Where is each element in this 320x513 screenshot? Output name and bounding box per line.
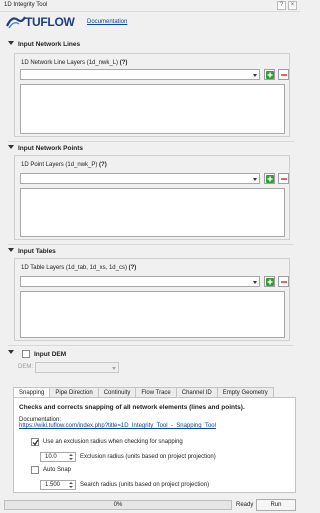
chevron-down-icon (112, 367, 116, 370)
minus-icon (280, 278, 288, 286)
collapse-arrow-icon (8, 145, 14, 150)
chevron-down-icon (253, 74, 257, 77)
remove-lines-button[interactable] (278, 69, 289, 80)
auto-snap-label: Auto Snap (43, 467, 72, 473)
points-layer-combo[interactable] (20, 173, 260, 184)
remove-tables-button[interactable] (278, 276, 289, 287)
plus-icon (266, 175, 274, 183)
search-radius-label: Search radius (units based on project pr… (80, 482, 210, 488)
help-button[interactable]: ? (277, 1, 286, 10)
dem-sub-label: DEM: (18, 364, 33, 370)
chevron-down-icon (253, 178, 257, 181)
lines-help-icon[interactable]: (?) (120, 60, 128, 66)
progress-bar: 0% (4, 500, 232, 510)
tables-label: 1D Table Layers (1d_tab, 1d_xs, 1d_cs) (… (21, 265, 137, 271)
collapse-arrow-icon (8, 248, 14, 253)
run-button[interactable]: Run (256, 499, 296, 511)
minus-icon (280, 71, 288, 79)
lines-label: 1D Network Line Layers (1d_nwk_L) (?) (21, 60, 128, 66)
close-button[interactable]: × (288, 1, 297, 10)
add-lines-button[interactable] (264, 69, 275, 80)
add-points-button[interactable] (264, 173, 275, 184)
plus-icon (266, 278, 274, 286)
tables-layer-list[interactable] (20, 291, 285, 338)
lines-panel: 1D Network Line Layers (1d_nwk_L) (?) (14, 53, 290, 137)
remove-points-button[interactable] (278, 173, 289, 184)
progress-text: 0% (113, 502, 123, 508)
collapse-arrow-icon (8, 41, 14, 46)
divider (8, 345, 294, 346)
lines-layer-combo[interactable] (20, 69, 260, 80)
dem-label: Input DEM (34, 351, 67, 358)
minus-icon (280, 175, 288, 183)
search-radius-spinbox[interactable]: 1.500 (40, 480, 76, 490)
points-label: 1D Point Layers (1d_nwk_P) (?) (21, 162, 107, 168)
use-exclusion-label: Use an exclusion radius when checking fo… (43, 439, 183, 445)
section-header-lines[interactable]: Input Network Lines (8, 41, 80, 51)
section-header-tables[interactable]: Input Tables (8, 248, 56, 258)
section-header-points[interactable]: Input Network Points (8, 145, 83, 155)
spin-up-icon[interactable] (69, 482, 73, 484)
points-panel: 1D Point Layers (1d_nwk_P) (?) (14, 155, 290, 240)
spin-down-icon[interactable] (69, 486, 73, 488)
lines-layer-list[interactable] (20, 84, 285, 134)
dem-checkbox[interactable] (22, 350, 30, 358)
snapping-doc-link[interactable]: https://wiki.tuflow.com/index.php?title=… (19, 423, 216, 429)
use-exclusion-checkbox[interactable] (31, 438, 39, 446)
dem-collapse[interactable] (8, 350, 18, 360)
points-help-icon[interactable]: (?) (99, 162, 107, 168)
spin-down-icon[interactable] (69, 458, 73, 460)
status-text: Ready (236, 502, 254, 508)
header: TUFLOW Documentation (5, 14, 296, 30)
tuflow-logo: TUFLOW (5, 14, 84, 30)
tuflow-wave-icon (5, 16, 26, 29)
tables-help-icon[interactable]: (?) (129, 265, 137, 271)
spin-up-icon[interactable] (69, 454, 73, 456)
tables-panel: 1D Table Layers (1d_tab, 1d_xs, 1d_cs) (… (14, 258, 290, 341)
window-titlebar: 1D Integrity Tool ? × (0, 0, 300, 12)
checkmark-icon (32, 439, 39, 446)
exclusion-radius-spinbox[interactable]: 10.0 (40, 452, 76, 462)
chevron-down-icon (253, 281, 257, 284)
snapping-panel: Checks and corrects snapping of all netw… (13, 397, 296, 493)
snapping-title: Checks and corrects snapping of all netw… (19, 404, 245, 411)
dem-combo[interactable] (35, 362, 119, 373)
exclusion-radius-label: Exclusion radius (units based on project… (80, 454, 216, 460)
documentation-link[interactable]: Documentation (87, 19, 127, 25)
plus-icon (266, 71, 274, 79)
divider (8, 244, 294, 245)
points-layer-list[interactable] (20, 188, 285, 237)
tables-layer-combo[interactable] (20, 276, 260, 287)
auto-snap-checkbox[interactable] (31, 466, 39, 474)
window-title: 1D Integrity Tool (4, 2, 48, 8)
divider (8, 141, 294, 142)
add-tables-button[interactable] (264, 276, 275, 287)
collapse-arrow-icon (8, 350, 14, 355)
logo-text: TUFLOW (25, 15, 75, 29)
